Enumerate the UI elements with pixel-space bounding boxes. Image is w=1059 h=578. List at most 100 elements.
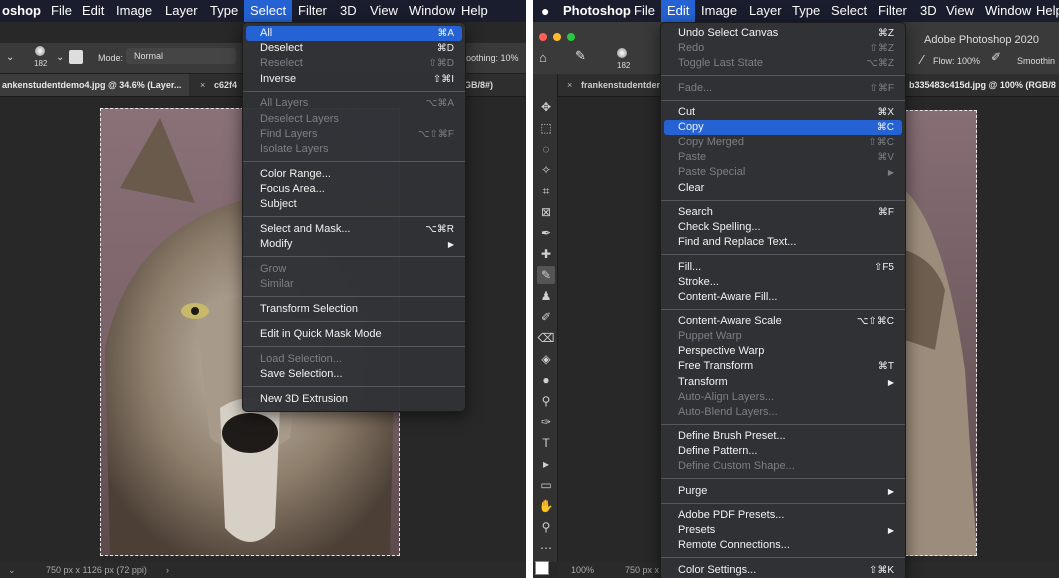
more-tools-icon[interactable]: ⋯ <box>537 539 555 557</box>
menu-file[interactable]: File <box>628 0 661 22</box>
menu-item-modify[interactable]: Modify ▶ <box>246 237 462 252</box>
menu-item-define-brush-preset[interactable]: Define Brush Preset... <box>664 429 902 444</box>
app-menu[interactable]: oshop <box>0 0 47 22</box>
menu-select[interactable]: Select <box>825 0 873 22</box>
menu-layer[interactable]: Layer <box>743 0 788 22</box>
smoothing-field[interactable]: oothing: 10% <box>466 53 519 63</box>
rectangle-tool-icon[interactable]: ▭ <box>537 476 555 494</box>
brush-tool-icon[interactable]: ✎ <box>537 266 555 284</box>
smoothing-field[interactable]: Smoothin <box>1017 56 1055 66</box>
brush-preview-icon[interactable] <box>35 46 45 56</box>
apple-icon[interactable]: ● <box>535 0 555 22</box>
paint-bucket-tool-icon[interactable]: ◈ <box>537 350 555 368</box>
window-minimize-icon[interactable] <box>553 33 561 41</box>
menu-item-stroke[interactable]: Stroke... <box>664 275 902 290</box>
menu-help[interactable]: Help <box>1030 0 1059 22</box>
healing-brush-tool-icon[interactable]: ✚ <box>537 245 555 263</box>
menu-image[interactable]: Image <box>110 0 158 22</box>
menu-item-inverse[interactable]: Inverse ⇧⌘I <box>246 72 462 87</box>
document-tab-2[interactable]: c62f4 <box>206 74 245 96</box>
app-menu[interactable]: Photoshop <box>557 0 637 22</box>
pressure-opacity-icon[interactable]: ⁄ <box>921 52 923 67</box>
home-icon[interactable]: ⌂ <box>539 50 547 65</box>
foreground-color-swatch[interactable] <box>535 561 549 575</box>
close-icon[interactable]: × <box>200 74 205 96</box>
magic-wand-tool-icon[interactable]: ✧ <box>537 161 555 179</box>
menu-item-deselect[interactable]: Deselect ⌘D <box>246 41 462 56</box>
document-tab-1[interactable]: frankenstudentder <box>573 74 668 96</box>
menu-item-subject[interactable]: Subject <box>246 197 462 212</box>
menu-item-transform[interactable]: Transform ▶ <box>664 375 902 390</box>
airbrush-icon[interactable]: ✐ <box>991 50 1001 64</box>
menu-edit[interactable]: Edit <box>76 0 110 22</box>
menu-select[interactable]: Select <box>244 0 293 22</box>
menu-item-adobe-pdf-presets[interactable]: Adobe PDF Presets... <box>664 508 902 523</box>
chevron-down-icon[interactable]: ⌄ <box>6 52 14 63</box>
history-brush-tool-icon[interactable]: ✐ <box>537 308 555 326</box>
document-tab-active[interactable]: b335483c415d.jpg @ 100% (RGB/8 <box>901 74 1059 96</box>
menu-3d[interactable]: 3D <box>914 0 943 22</box>
pen-tool-icon[interactable]: ✑ <box>537 413 555 431</box>
menu-item-purge[interactable]: Purge ▶ <box>664 484 902 499</box>
window-close-icon[interactable] <box>539 33 547 41</box>
menu-type[interactable]: Type <box>204 0 244 22</box>
brush-tool-icon[interactable]: ✎ <box>575 48 586 64</box>
menu-item-color-settings[interactable]: Color Settings... ⇧⌘K <box>664 563 902 578</box>
menu-item-edit-in-quick-mask-mode[interactable]: Edit in Quick Mask Mode <box>246 327 462 342</box>
frame-tool-icon[interactable]: ⊠ <box>537 203 555 221</box>
menu-view[interactable]: View <box>364 0 404 22</box>
window-zoom-icon[interactable] <box>567 33 575 41</box>
menu-item-check-spelling[interactable]: Check Spelling... <box>664 220 902 235</box>
menu-item-search[interactable]: Search ⌘F <box>664 205 902 220</box>
brush-preview-icon[interactable] <box>617 48 627 58</box>
flow-field[interactable]: Flow: 100% <box>933 56 980 66</box>
crop-tool-icon[interactable]: ⌗ <box>537 182 555 200</box>
menu-item-copy[interactable]: Copy ⌘C <box>664 120 902 136</box>
zoom-tool-icon[interactable]: ⚲ <box>537 518 555 536</box>
marquee-tool-icon[interactable]: ⬚ <box>537 119 555 137</box>
menu-item-save-selection[interactable]: Save Selection... <box>246 367 462 382</box>
menu-item-focus-area[interactable]: Focus Area... <box>246 182 462 197</box>
blur-tool-icon[interactable]: ● <box>537 371 555 389</box>
chevron-right-icon[interactable]: › <box>166 562 169 578</box>
menu-item-define-pattern[interactable]: Define Pattern... <box>664 444 902 459</box>
chevron-down-icon[interactable]: ⌄ <box>56 52 64 63</box>
document-tab-active[interactable]: ankenstudentdemo4.jpg @ 34.6% (Layer... <box>0 74 190 96</box>
menu-window[interactable]: Window <box>979 0 1037 22</box>
menu-item-transform-selection[interactable]: Transform Selection <box>246 302 462 317</box>
menu-item-undo-select-canvas[interactable]: Undo Select Canvas ⌘Z <box>664 26 902 41</box>
move-tool-icon[interactable]: ✥ <box>537 98 555 116</box>
lasso-tool-icon[interactable]: ◌ <box>537 140 555 158</box>
clone-stamp-tool-icon[interactable]: ♟ <box>537 287 555 305</box>
eyedropper-tool-icon[interactable]: ✒ <box>537 224 555 242</box>
menu-item-perspective-warp[interactable]: Perspective Warp <box>664 344 902 359</box>
menu-filter[interactable]: Filter <box>872 0 913 22</box>
brush-panel-icon[interactable] <box>69 50 83 64</box>
menu-item-content-aware-fill[interactable]: Content-Aware Fill... <box>664 290 902 305</box>
eraser-tool-icon[interactable]: ⌫ <box>537 329 555 347</box>
path-selection-tool-icon[interactable]: ▸ <box>537 455 555 473</box>
menu-image[interactable]: Image <box>695 0 743 22</box>
menu-item-clear[interactable]: Clear <box>664 181 902 196</box>
menu-file[interactable]: File <box>45 0 78 22</box>
menu-item-remote-connections[interactable]: Remote Connections... <box>664 538 902 553</box>
menu-item-content-aware-scale[interactable]: Content-Aware Scale ⌥⇧⌘C <box>664 314 902 329</box>
menu-item-fill[interactable]: Fill... ⇧F5 <box>664 260 902 275</box>
mode-select[interactable]: Normal <box>126 48 236 64</box>
menu-item-free-transform[interactable]: Free Transform ⌘T <box>664 359 902 374</box>
menu-filter[interactable]: Filter <box>292 0 333 22</box>
menu-item-new-3d-extrusion[interactable]: New 3D Extrusion <box>246 392 462 407</box>
type-tool-icon[interactable]: T <box>537 434 555 452</box>
dodge-tool-icon[interactable]: ⚲ <box>537 392 555 410</box>
menu-item-color-range[interactable]: Color Range... <box>246 167 462 182</box>
menu-item-cut[interactable]: Cut ⌘X <box>664 105 902 120</box>
menu-3d[interactable]: 3D <box>334 0 363 22</box>
menu-view[interactable]: View <box>940 0 980 22</box>
menu-item-select-and-mask[interactable]: Select and Mask... ⌥⌘R <box>246 222 462 237</box>
menu-edit[interactable]: Edit <box>661 0 696 22</box>
menu-item-find-and-replace-text[interactable]: Find and Replace Text... <box>664 235 902 250</box>
menu-item-presets[interactable]: Presets ▶ <box>664 523 902 538</box>
hand-tool-icon[interactable]: ✋ <box>537 497 555 515</box>
close-icon[interactable]: × <box>567 74 572 96</box>
menu-layer[interactable]: Layer <box>159 0 204 22</box>
